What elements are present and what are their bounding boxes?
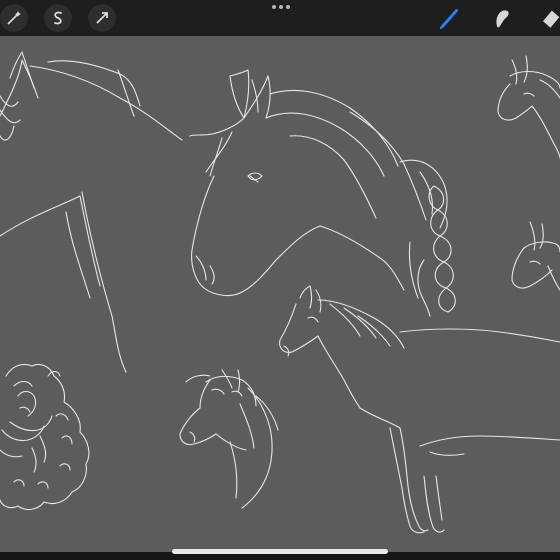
sketch-layer <box>0 51 560 534</box>
ellipsis-icon[interactable] <box>272 5 290 11</box>
top-toolbar <box>0 0 560 36</box>
pony-curly-mane <box>0 363 90 511</box>
pony-small-head <box>179 369 279 509</box>
magic-wand-icon[interactable] <box>0 4 28 32</box>
selection-s-icon[interactable] <box>44 4 72 32</box>
arrow-cursor-icon[interactable] <box>88 4 116 32</box>
home-indicator[interactable] <box>172 549 388 554</box>
horse-head-4 <box>511 221 560 291</box>
horse-head-1 <box>0 51 183 373</box>
eraser-icon[interactable] <box>536 4 560 32</box>
horse-head-3 <box>497 55 560 159</box>
braid-mane <box>408 185 456 317</box>
brush-icon[interactable] <box>436 4 464 32</box>
smudge-finger-icon[interactable] <box>488 4 516 32</box>
horse-full-body <box>279 285 560 534</box>
drawing-canvas[interactable] <box>0 36 560 552</box>
horse-head-2 <box>189 69 448 297</box>
